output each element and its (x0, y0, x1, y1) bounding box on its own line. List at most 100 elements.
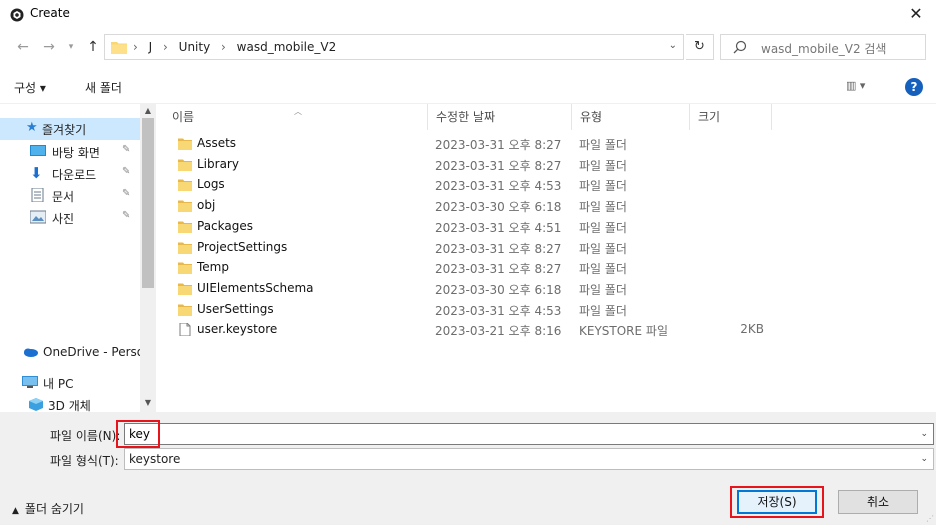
table-row[interactable]: user.keystore 2023-03-21 오후 8:16 KEYSTORE … (164, 320, 784, 340)
sidebar-item-label: 바탕 화면 (52, 146, 100, 160)
file-type: 파일 폴더 (579, 303, 627, 318)
highlight-box-save (730, 486, 824, 518)
file-modified: 2023-03-30 오후 6:18 (435, 282, 562, 297)
table-row[interactable]: UIElementsSchema 2023-03-30 오후 6:18 파일 폴더 (164, 279, 784, 299)
address-bar[interactable]: › J › Unity › wasd_mobile_V2 ⌄ (104, 34, 684, 60)
window-title: Create (30, 6, 70, 20)
pin-icon[interactable]: ✎ (122, 210, 130, 221)
refresh-icon[interactable]: ↻ (686, 34, 714, 60)
file-type: KEYSTORE 파일 (579, 324, 668, 339)
new-folder-button[interactable]: 새 폴더 (85, 79, 122, 96)
forward-arrow-icon[interactable]: → (40, 38, 58, 56)
resize-grip-icon[interactable]: ⋰ (926, 514, 934, 523)
table-row[interactable]: Library 2023-03-31 오후 8:27 파일 폴더 (164, 155, 784, 175)
folder-icon (178, 138, 192, 150)
view-options-icon[interactable]: ▥ ▾ (846, 79, 882, 92)
breadcrumb-separator: › (163, 40, 168, 54)
file-name: user.keystore (197, 322, 278, 337)
file-type: 파일 폴더 (579, 282, 627, 297)
download-icon: ⬇ (30, 164, 43, 182)
file-type: 파일 폴더 (579, 179, 627, 194)
pin-icon[interactable]: ✎ (122, 144, 130, 155)
column-header-modified[interactable]: 수정한 날짜 (428, 104, 572, 130)
column-header-label: 크기 (698, 110, 721, 124)
scroll-down-icon[interactable]: ▼ (140, 396, 156, 410)
sidebar-item-3d-objects[interactable]: 3D 개체 (0, 394, 140, 412)
title-bar: Create ✕ (0, 0, 936, 30)
table-row[interactable]: Temp 2023-03-31 오후 8:27 파일 폴더 (164, 258, 784, 278)
filetype-select[interactable]: keystore (124, 448, 934, 470)
star-icon: ★ (26, 120, 38, 135)
column-header-name[interactable]: 이름 ︿ (164, 104, 428, 130)
up-arrow-icon[interactable]: ↑ (84, 38, 102, 56)
file-name: Library (197, 156, 239, 171)
hide-folders-toggle[interactable]: ▲ 폴더 숨기기 (12, 500, 84, 517)
folder-icon (178, 242, 192, 254)
nav-scrollbar[interactable]: ▲ ▼ (140, 104, 156, 412)
column-header-label: 이름 (172, 110, 195, 124)
sidebar-item-downloads[interactable]: ⬇ 다운로드 ✎ (0, 163, 140, 185)
column-header-size[interactable]: 크기 (690, 104, 772, 130)
chevron-up-icon: ▲ (12, 506, 19, 516)
file-modified: 2023-03-31 오후 8:27 (435, 262, 562, 277)
breadcrumb-unity[interactable]: Unity (179, 40, 211, 54)
filename-input[interactable] (124, 423, 934, 445)
sidebar-item-documents[interactable]: 문서 ✎ (0, 185, 140, 207)
table-row[interactable]: Logs 2023-03-31 오후 4:53 파일 폴더 (164, 175, 784, 195)
scroll-up-icon[interactable]: ▲ (140, 104, 156, 118)
file-modified: 2023-03-31 오후 4:53 (435, 303, 562, 318)
file-name: ProjectSettings (197, 239, 288, 254)
desktop-icon (30, 145, 46, 156)
file-modified: 2023-03-31 오후 4:53 (435, 179, 562, 194)
sidebar-item-quick-access[interactable]: ★ 즐겨찾기 (0, 118, 140, 140)
table-row[interactable]: ProjectSettings 2023-03-31 오후 8:27 파일 폴더 (164, 238, 784, 258)
sidebar-item-label: 다운로드 (52, 168, 97, 182)
pictures-icon (30, 210, 46, 224)
table-row[interactable]: obj 2023-03-30 오후 6:18 파일 폴더 (164, 196, 784, 216)
column-header-label: 수정한 날짜 (436, 110, 496, 124)
file-name: Temp (197, 260, 229, 275)
table-row[interactable]: Packages 2023-03-31 오후 4:51 파일 폴더 (164, 217, 784, 237)
sidebar-item-label: 사진 (52, 212, 75, 226)
filename-dropdown-icon[interactable]: ⌄ (920, 429, 928, 439)
back-arrow-icon[interactable]: ← (14, 38, 32, 56)
breadcrumb-drive[interactable]: J (149, 40, 153, 54)
file-modified: 2023-03-31 오후 8:27 (435, 241, 562, 256)
recent-locations-chevron-icon[interactable]: ▾ (62, 38, 80, 56)
folder-icon (178, 200, 192, 213)
table-row[interactable]: UserSettings 2023-03-31 오후 4:53 파일 폴더 (164, 300, 784, 320)
breadcrumb-project[interactable]: wasd_mobile_V2 (237, 40, 337, 54)
folder-icon (178, 179, 192, 192)
search-placeholder: wasd_mobile_V2 검색 (761, 42, 887, 56)
file-type: 파일 폴더 (579, 138, 627, 152)
sidebar-item-desktop[interactable]: 바탕 화면 ✎ (0, 141, 140, 163)
command-bar: 구성 ▾ 새 폴더 ▥ ▾ ? (0, 70, 936, 104)
folder-icon (178, 159, 192, 171)
breadcrumb: › J › Unity › wasd_mobile_V2 (133, 40, 343, 54)
file-icon (179, 323, 191, 337)
pin-icon[interactable]: ✎ (122, 188, 130, 199)
filetype-dropdown-icon[interactable]: ⌄ (920, 454, 928, 464)
organize-button[interactable]: 구성 ▾ (14, 79, 46, 96)
close-icon[interactable]: ✕ (904, 2, 928, 26)
table-row[interactable]: Assets 2023-03-31 오후 8:27 파일 폴더 (164, 134, 784, 154)
column-header-type[interactable]: 유형 (572, 104, 690, 130)
file-name: Logs (197, 177, 225, 192)
sidebar-item-this-pc[interactable]: 내 PC (0, 372, 140, 394)
sidebar-item-pictures[interactable]: 사진 ✎ (0, 207, 140, 229)
address-dropdown-icon[interactable]: ⌄ (669, 40, 677, 51)
search-box[interactable]: wasd_mobile_V2 검색 (720, 34, 926, 60)
scrollbar-thumb[interactable] (142, 118, 154, 288)
navigation-pane: ★ 즐겨찾기 바탕 화면 ✎ ⬇ 다운로드 ✎ 문서 ✎ 사진 ✎ OneDri… (0, 104, 156, 412)
filename-label: 파일 이름(N): (50, 429, 121, 443)
file-type: 파일 폴더 (579, 158, 627, 173)
folder-icon (178, 262, 192, 275)
cube-3d-icon (29, 398, 43, 411)
file-modified: 2023-03-31 오후 8:27 (435, 138, 562, 152)
help-icon[interactable]: ? (905, 78, 923, 96)
cancel-button[interactable]: 취소 (838, 490, 918, 514)
folder-icon (178, 304, 192, 316)
sidebar-item-onedrive[interactable]: OneDrive - Persor (0, 342, 149, 364)
file-type: 파일 폴더 (579, 200, 627, 215)
pin-icon[interactable]: ✎ (122, 166, 130, 177)
